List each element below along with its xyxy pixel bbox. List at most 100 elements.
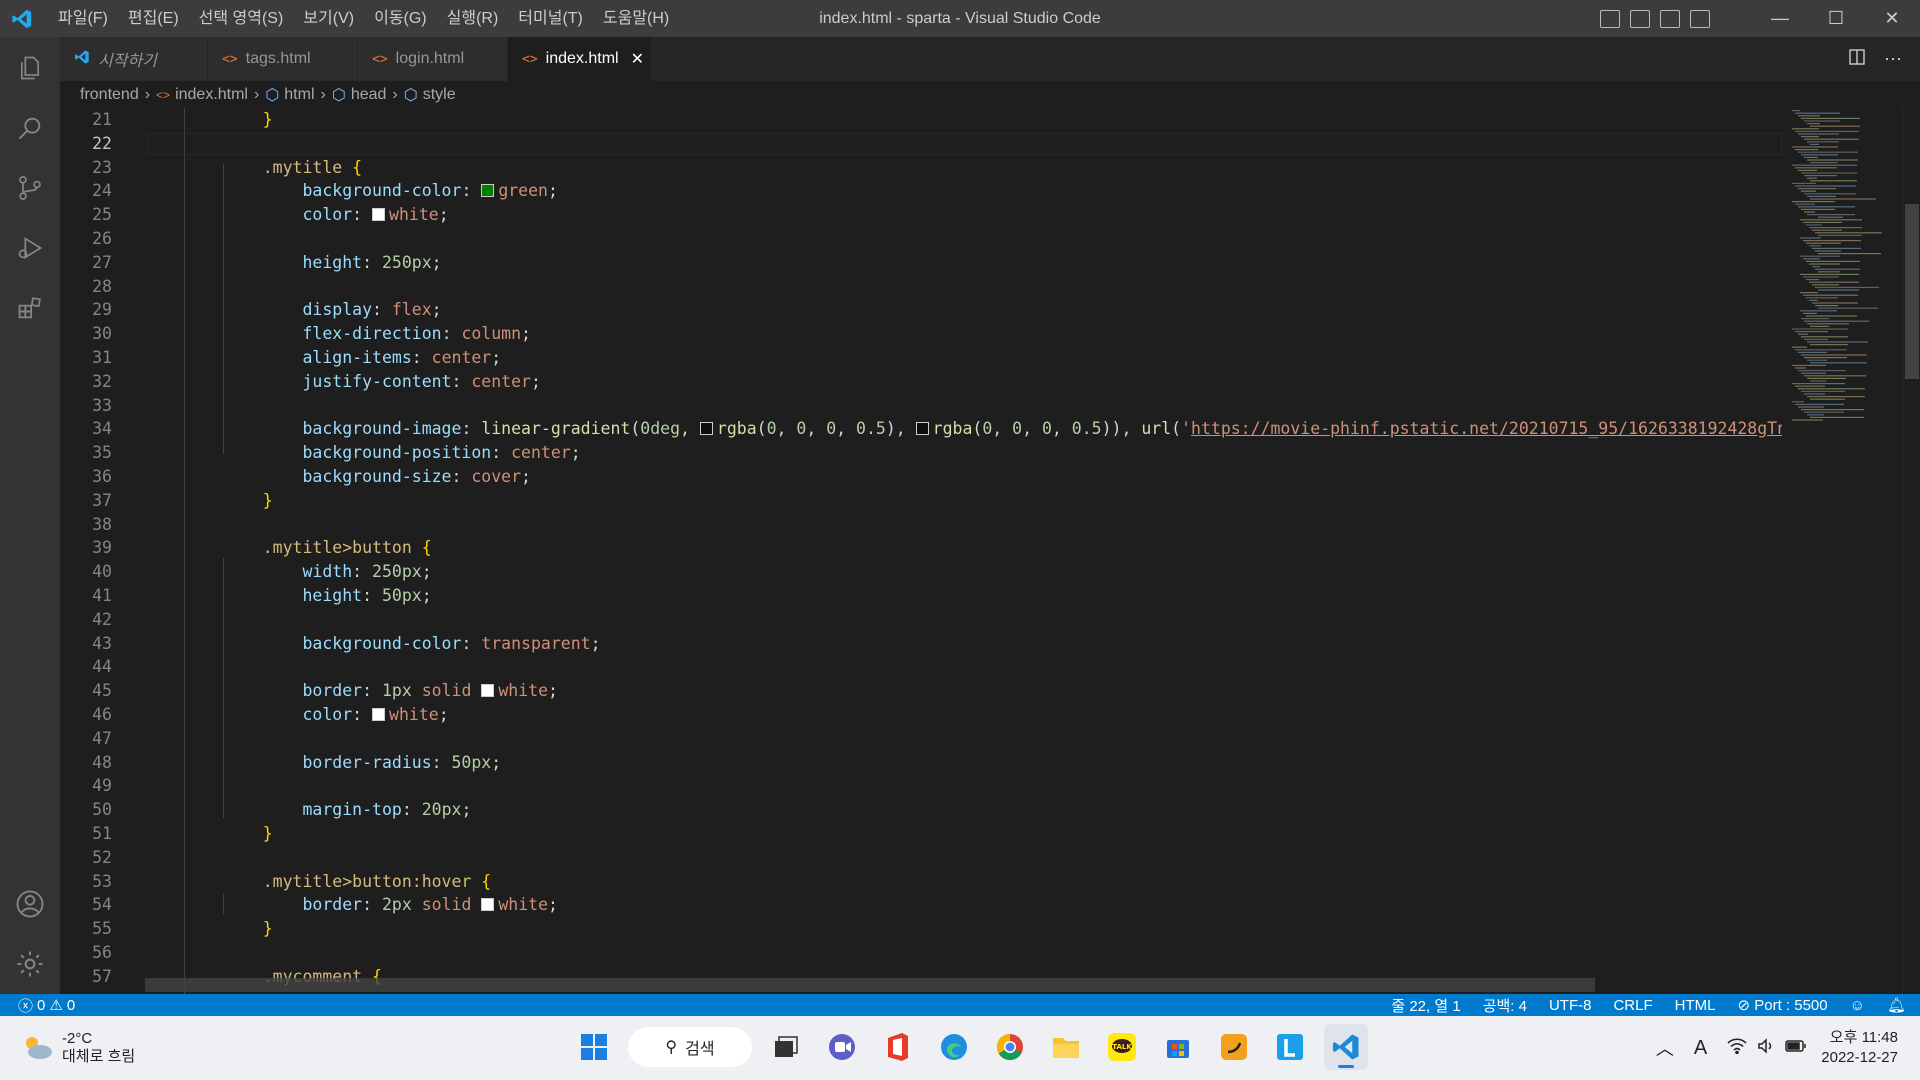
notifications-bell-icon[interactable]: 🔔︎ [1887, 996, 1906, 1014]
cursor-position[interactable]: 줄 22, 열 1 [1391, 995, 1460, 1016]
menu-item[interactable]: 편집(E) [118, 0, 189, 37]
breadcrumb-style[interactable]: style [423, 86, 456, 104]
code-line[interactable]: 46 color: white; [60, 703, 1782, 727]
language-mode[interactable]: HTML [1675, 997, 1716, 1014]
search-icon[interactable] [0, 103, 60, 153]
menu-item[interactable]: 파일(F) [48, 0, 118, 37]
code-line[interactable]: 51 } [60, 822, 1782, 846]
code-line[interactable]: 32 justify-content: center; [60, 370, 1782, 394]
tab-index-html[interactable]: <> index.html ✕ [508, 37, 652, 81]
file-explorer-icon[interactable] [1044, 1024, 1088, 1070]
code-line[interactable]: 36 background-size: cover; [60, 465, 1782, 489]
accounts-icon[interactable] [0, 879, 60, 929]
split-editor-icon[interactable] [1848, 48, 1866, 71]
battery-icon[interactable] [1785, 1039, 1807, 1058]
more-actions-icon[interactable]: ⋯ [1884, 49, 1902, 70]
code-line[interactable]: 37 } [60, 489, 1782, 513]
office-icon[interactable] [876, 1024, 920, 1070]
color-swatch[interactable] [915, 422, 929, 435]
code-line[interactable]: 40 width: 250px; [60, 560, 1782, 584]
code-line[interactable]: 21 } [60, 108, 1782, 132]
breadcrumb-head[interactable]: head [351, 86, 387, 104]
wifi-icon[interactable] [1727, 1037, 1747, 1059]
taskbar-search[interactable]: ⚲ 검색 [628, 1027, 752, 1067]
menu-item[interactable]: 터미널(T) [508, 0, 593, 37]
breadcrumb-folder[interactable]: frontend [80, 86, 139, 104]
scrollbar-thumb[interactable] [1905, 204, 1919, 379]
menu-item[interactable]: 보기(V) [293, 0, 364, 37]
code-line[interactable]: 52 [60, 846, 1782, 870]
breadcrumb-html[interactable]: html [284, 86, 314, 104]
code-line[interactable]: 50 margin-top: 20px; [60, 798, 1782, 822]
code-line[interactable]: 33 [60, 394, 1782, 418]
edge-browser-icon[interactable] [932, 1024, 976, 1070]
toggle-sidebar-icon[interactable] [1600, 9, 1620, 28]
code-line[interactable]: 39 .mytitle>button { [60, 536, 1782, 560]
code-line[interactable]: 38 [60, 513, 1782, 537]
toggle-secondary-sidebar-icon[interactable] [1660, 9, 1680, 28]
menu-item[interactable]: 도움말(H) [593, 0, 679, 37]
settings-gear-icon[interactable] [0, 939, 60, 989]
code-line[interactable]: 27 height: 250px; [60, 251, 1782, 275]
code-line[interactable]: 43 background-color: transparent; [60, 632, 1782, 656]
volume-icon[interactable] [1757, 1037, 1775, 1059]
code-line[interactable]: 48 border-radius: 50px; [60, 751, 1782, 775]
code-line[interactable]: 28 [60, 275, 1782, 299]
breadcrumb-file[interactable]: index.html [175, 86, 248, 104]
horizontal-scrollbar[interactable] [145, 978, 1595, 992]
ime-indicator[interactable]: A [1694, 1037, 1707, 1060]
menu-item[interactable]: 선택 영역(S) [189, 0, 294, 37]
task-view-icon[interactable] [764, 1024, 808, 1070]
tab-login-html[interactable]: <> login.html [358, 37, 508, 81]
explorer-icon[interactable] [0, 43, 60, 93]
code-line[interactable]: 53 .mytitle>button:hover { [60, 870, 1782, 894]
color-swatch[interactable] [699, 422, 713, 435]
menu-item[interactable]: 실행(R) [437, 0, 509, 37]
vscode-logo-icon[interactable] [0, 0, 44, 37]
color-swatch[interactable] [481, 898, 495, 911]
live-server-port[interactable]: ⊘ Port : 5500 [1737, 996, 1827, 1014]
code-line[interactable]: 31 align-items: center; [60, 346, 1782, 370]
code-line[interactable]: 49 [60, 774, 1782, 798]
code-line[interactable]: 34 background-image: linear-gradient(0de… [60, 417, 1782, 441]
clock[interactable]: 오후 11:48 2022-12-27 [1821, 1028, 1898, 1068]
kakaotalk-icon[interactable]: TALK [1100, 1024, 1144, 1070]
tab-tags-html[interactable]: <> tags.html [208, 37, 358, 81]
encoding[interactable]: UTF-8 [1549, 997, 1592, 1014]
close-tab-icon[interactable]: ✕ [631, 49, 644, 69]
code-line[interactable]: 42 [60, 608, 1782, 632]
color-swatch[interactable] [372, 208, 386, 221]
menu-item[interactable]: 이동(G) [364, 0, 437, 37]
tab-welcome[interactable]: 시작하기 [60, 37, 208, 81]
vertical-scrollbar[interactable] [1902, 108, 1920, 994]
weather-widget[interactable]: -2°C 대체로 흐림 [20, 1030, 135, 1066]
run-debug-icon[interactable] [0, 223, 60, 273]
minimap[interactable] [1782, 108, 1902, 994]
chat-icon[interactable] [820, 1024, 864, 1070]
code-line[interactable]: 24 background-color: green; [60, 179, 1782, 203]
extensions-icon[interactable] [0, 283, 60, 333]
close-window-button[interactable]: ✕ [1864, 0, 1920, 37]
code-line[interactable]: 35 background-position: center; [60, 441, 1782, 465]
code-line[interactable]: 23 .mytitle { [60, 156, 1782, 180]
code-line[interactable]: 41 height: 50px; [60, 584, 1782, 608]
code-line[interactable]: 45 border: 1px solid white; [60, 679, 1782, 703]
start-menu-icon[interactable] [572, 1024, 616, 1070]
feedback-icon[interactable]: ☺ [1850, 997, 1865, 1014]
store-icon[interactable] [1156, 1024, 1200, 1070]
customize-layout-icon[interactable] [1690, 9, 1710, 28]
maximize-button[interactable]: ☐ [1808, 0, 1864, 37]
code-line[interactable]: 56 [60, 941, 1782, 965]
code-line[interactable]: 30 flex-direction: column; [60, 322, 1782, 346]
show-hidden-icons-icon[interactable]: ︿ [1656, 1035, 1674, 1061]
source-control-icon[interactable] [0, 163, 60, 213]
chrome-browser-icon[interactable] [988, 1024, 1032, 1070]
code-editor[interactable]: 21 } 22 23 .mytitle {24 background-color: … [60, 108, 1782, 994]
minimize-button[interactable]: — [1752, 0, 1808, 37]
problems-indicator[interactable]: ⓧ 0 ⚠ 0 [0, 995, 75, 1016]
code-line[interactable]: 25 color: white; [60, 203, 1782, 227]
end-of-line[interactable]: CRLF [1613, 997, 1652, 1014]
code-line[interactable]: 29 display: flex; [60, 298, 1782, 322]
indentation[interactable]: 공백: 4 [1483, 995, 1527, 1016]
line-app-icon[interactable] [1268, 1024, 1312, 1070]
